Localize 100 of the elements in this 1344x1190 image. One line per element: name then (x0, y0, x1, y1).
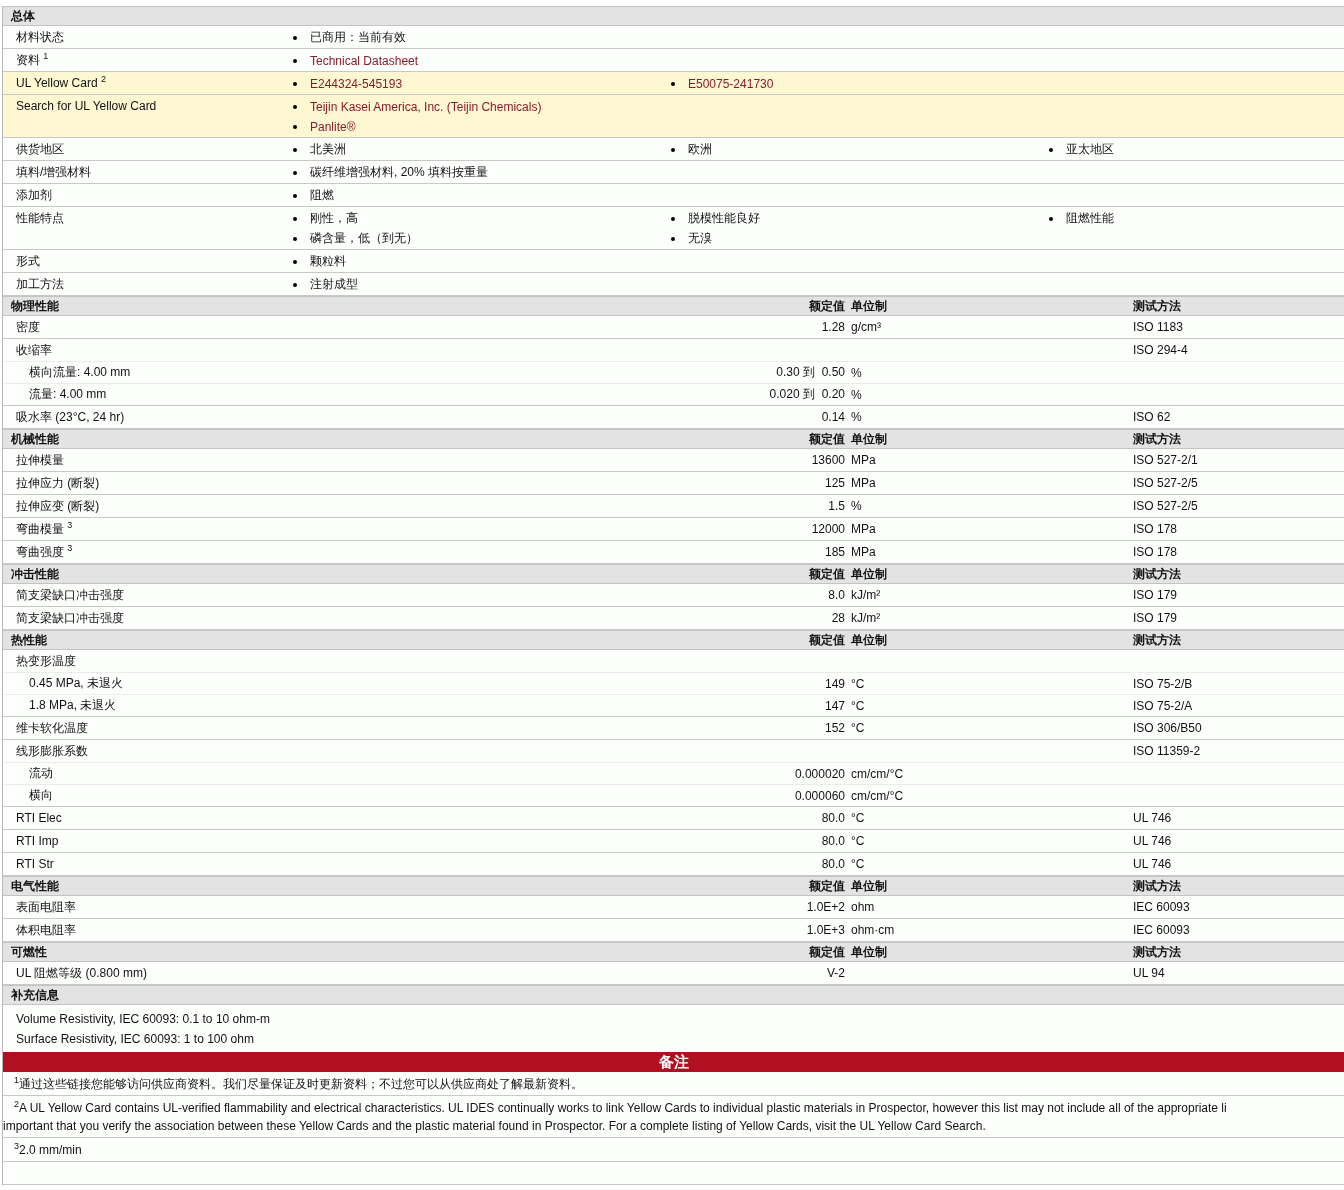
property-value: 1.0E+3 (805, 923, 846, 937)
property-value: 颗粒料 (310, 253, 346, 270)
test-method: ISO 75-2/A (1133, 698, 1194, 713)
footnote-text: $^{2}$A UL Yellow Card contains UL-verified flammability and electrical characteristics. UL IDES continually works to link Yellow Cards to individual plastic materials in Prospector, however this list may not include all of the appropriate li (13, 1099, 1228, 1117)
test-method: ISO 527-2/5 (1133, 476, 1199, 490)
test-method: ISO 527-2/1 (1133, 453, 1199, 467)
property-value: 注射成型 (310, 276, 358, 293)
property-name: 流动 (28, 765, 54, 782)
supplementary-text: Volume Resistivity, IEC 60093: 0.1 to 10 ohm-m (16, 1011, 271, 1028)
property-name: 拉伸应变 (断裂) (15, 497, 101, 515)
property-label: 材料状态 (16, 29, 65, 46)
property-name: 横向 (28, 787, 54, 804)
property-value: 0.000020 (793, 766, 846, 781)
unit-text: % (851, 365, 863, 380)
property-value: 阻燃 (310, 187, 334, 204)
column-header: 测试方法 (1133, 943, 1182, 961)
property-value: 磷含量，低（到无） (310, 230, 418, 247)
property-name: 简支梁缺口冲击强度 (15, 609, 125, 627)
unit-text: °C (851, 857, 866, 871)
column-header: 单位制 (851, 430, 888, 448)
test-method: UL 746 (1133, 834, 1173, 848)
test-method: UL 746 (1133, 811, 1173, 825)
property-value: 0.14 (820, 410, 846, 424)
column-header: 测试方法 (1133, 565, 1182, 583)
test-method: ISO 179 (1133, 588, 1179, 602)
property-value: 149 (823, 676, 846, 691)
test-method: ISO 1183 (1133, 320, 1184, 334)
property-name: 收缩率 (15, 341, 53, 359)
test-method: ISO 178 (1133, 522, 1179, 536)
unit-text: % (851, 499, 863, 513)
footnote-text: important that you verify the association between these Yellow Cards and the plastic material found in Prospector. For a complete listing of Yellow Cards, visit the UL Yellow Card Search. (3, 1118, 987, 1135)
link[interactable]: Teijin Kasei America, Inc. (Teijin Chemicals) (310, 99, 542, 114)
test-method: IEC 60093 (1133, 900, 1191, 914)
unit-text: cm/cm/°C (851, 766, 905, 781)
property-name: 简支梁缺口冲击强度 (15, 586, 125, 604)
link[interactable]: E244324-545193 (310, 76, 403, 91)
property-value: 147 (823, 698, 846, 713)
footnote-text: $^{1}$通过这些链接您能够访问供应商资料。我们尽量保证及时更新资料；不过您可以从供应商处了解最新资料。 (13, 1075, 584, 1093)
test-method: ISO 11359-2 (1133, 744, 1202, 758)
property-value: 欧洲 (688, 141, 712, 158)
property-value: 0.020 到 0.20 (768, 386, 846, 403)
column-header: 单位制 (851, 565, 888, 583)
property-name: 密度 (15, 318, 41, 336)
column-header: 单位制 (851, 297, 888, 315)
bullet-icon (1049, 216, 1053, 221)
test-method: UL 94 (1133, 966, 1166, 980)
property-value: 1.0E+2 (805, 900, 846, 914)
property-value: 1.5 (827, 499, 846, 513)
column-header: 测试方法 (1133, 297, 1182, 315)
property-value: 亚太地区 (1066, 141, 1114, 158)
section-title: 机械性能 (10, 430, 60, 448)
unit-text: MPa (851, 476, 877, 490)
property-value: 0.000060 (793, 788, 846, 803)
column-header: 测试方法 (1133, 877, 1182, 895)
column-header: 额定值 (808, 430, 846, 448)
property-label: Search for UL Yellow Card (16, 98, 158, 115)
property-value: 125 (823, 476, 846, 490)
section-title: 总体 (9, 7, 35, 25)
column-header: 单位制 (851, 877, 888, 895)
property-name: 吸水率 (23°C, 24 hr) (15, 408, 126, 426)
link[interactable]: Technical Datasheet (310, 53, 419, 68)
bullet-icon (293, 81, 297, 86)
link[interactable]: Panlite® (310, 119, 356, 134)
property-name: 表面电阻率 (15, 898, 77, 916)
unit-text: % (851, 410, 863, 424)
bullet-icon (671, 81, 675, 86)
test-method: ISO 179 (1133, 611, 1179, 625)
bullet-icon (293, 58, 297, 63)
property-name: 弯曲模量 $^{3}$ (15, 520, 74, 538)
section-title: 电气性能 (10, 877, 60, 895)
section-title: 物理性能 (10, 297, 60, 315)
bullet-icon (293, 124, 297, 129)
test-method: ISO 294-4 (1133, 343, 1189, 357)
property-label: UL Yellow Card $^{2}$ (16, 75, 107, 92)
property-name: RTI Elec (15, 811, 63, 825)
property-name: 拉伸应力 (断裂) (15, 474, 101, 492)
unit-text: MPa (851, 453, 877, 467)
property-value: 13600 (810, 453, 846, 467)
property-value: 无溴 (688, 230, 712, 247)
test-method: ISO 75-2/B (1133, 676, 1194, 691)
property-name: RTI Imp (15, 834, 60, 848)
section-title: 补充信息 (10, 986, 59, 1004)
unit-text: % (851, 387, 863, 402)
property-value: 已商用：当前有效 (310, 29, 406, 46)
unit-text: °C (851, 811, 866, 825)
property-value: 80.0 (820, 811, 846, 825)
link[interactable]: E50075-241730 (688, 76, 774, 91)
unit-text: ohm·cm (851, 923, 896, 937)
column-header: 额定值 (808, 631, 846, 649)
bullet-icon (293, 236, 297, 241)
bullet-icon (671, 236, 675, 241)
unit-text: kJ/m² (851, 611, 882, 625)
bullet-icon (1049, 147, 1053, 152)
column-header: 测试方法 (1133, 430, 1182, 448)
property-label: 填料/增强材料 (16, 164, 93, 181)
property-value: 185 (823, 545, 846, 559)
test-method: UL 746 (1133, 857, 1173, 871)
column-header: 额定值 (808, 943, 846, 961)
unit-text: cm/cm/°C (851, 788, 905, 803)
property-label: 形式 (16, 253, 41, 270)
